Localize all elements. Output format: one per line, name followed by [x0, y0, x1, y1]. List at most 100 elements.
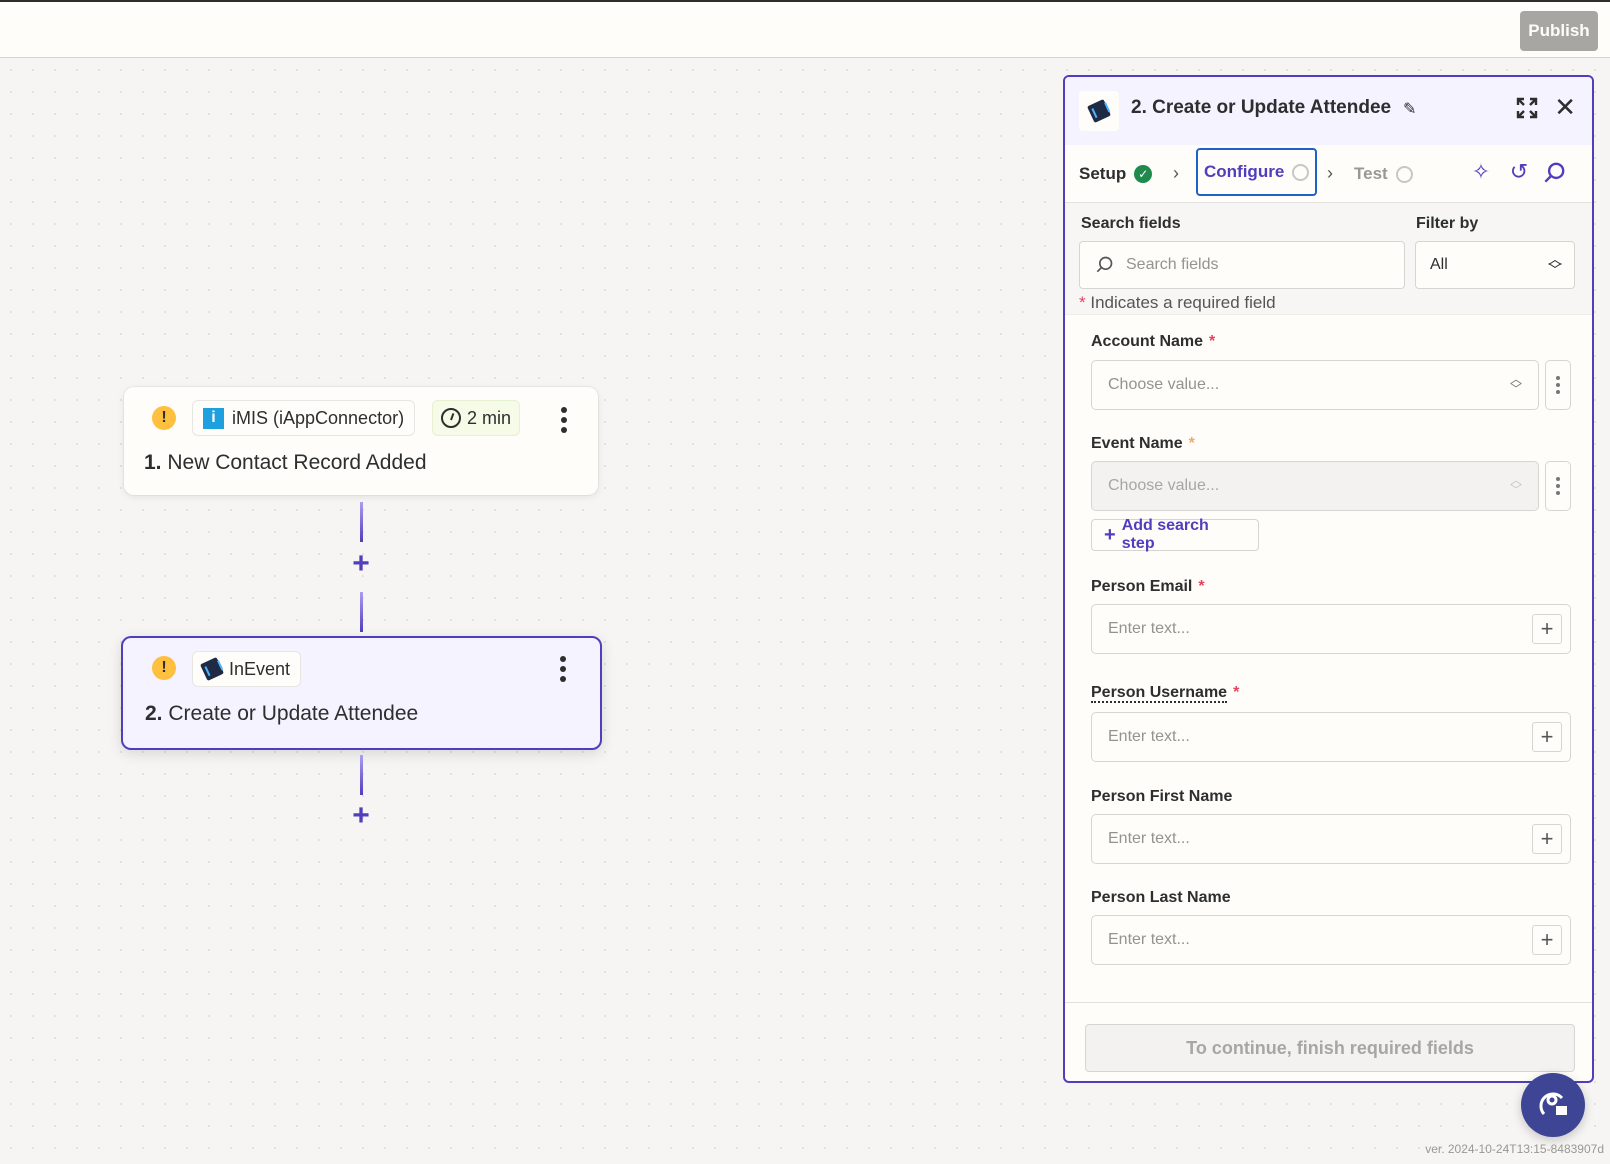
required-note-text: Indicates a required field: [1090, 293, 1276, 312]
input-placeholder: Enter text...: [1108, 931, 1190, 948]
insert-data-button[interactable]: +: [1532, 824, 1562, 854]
app-name: InEvent: [229, 658, 291, 679]
filter-select[interactable]: All ︿ ﹀: [1415, 241, 1575, 289]
more-options-icon[interactable]: [554, 405, 574, 435]
required-asterisk: *: [1188, 435, 1195, 452]
label-text: Person Username: [1091, 684, 1228, 703]
input-placeholder: Enter text...: [1108, 728, 1190, 745]
label-text: Person Email: [1091, 578, 1193, 595]
field-label-account-name: Account Name *: [1091, 333, 1215, 351]
empty-circle-icon: [1292, 163, 1310, 181]
required-field-note: * Indicates a required field: [1079, 293, 1276, 313]
required-asterisk: *: [1233, 684, 1240, 701]
pencil-icon[interactable]: ✎: [1403, 99, 1416, 119]
plus-icon: +: [1104, 523, 1116, 546]
step-number: 1.: [144, 451, 162, 474]
search-fields-input[interactable]: Search fields: [1079, 241, 1405, 289]
button-label: Add search step: [1121, 517, 1209, 552]
step-config-panel: 2. Create or Update Attendee ✎ ✕ Setup ✓…: [1063, 75, 1594, 1083]
chevron-right-icon: ›: [1327, 163, 1333, 183]
person-last-name-input[interactable]: Enter text... +: [1091, 915, 1571, 965]
person-first-name-input[interactable]: Enter text... +: [1091, 814, 1571, 864]
polling-time-chip: 2 min: [432, 400, 521, 436]
label-text: Person First Name: [1091, 788, 1233, 805]
chevron-right-icon: ›: [1173, 163, 1179, 183]
add-search-step-button[interactable]: + Add search step: [1091, 517, 1259, 552]
tab-setup[interactable]: Setup ✓: [1073, 153, 1158, 195]
add-step-icon[interactable]: +: [349, 801, 373, 831]
app-logo: [1079, 91, 1119, 131]
required-asterisk: *: [1209, 333, 1216, 350]
filter-by-label: Filter by: [1416, 215, 1479, 232]
action-step-card[interactable]: ! InEvent 2. Create or Update Attendee: [121, 636, 602, 750]
select-placeholder: Choose value...: [1108, 376, 1220, 393]
label-text: Person Last Name: [1091, 889, 1231, 906]
label-text: Account Name: [1091, 333, 1204, 350]
input-placeholder: Enter text...: [1108, 830, 1190, 847]
insert-data-button[interactable]: +: [1532, 614, 1562, 644]
field-options-button[interactable]: [1545, 461, 1571, 511]
connector-line: [360, 502, 363, 542]
step-title: 1. New Contact Record Added: [144, 451, 427, 475]
search-fields-label: Search fields: [1081, 215, 1181, 232]
search-placeholder: Search fields: [1126, 256, 1219, 273]
chevron-up-down-icon: ︿ ﹀: [1509, 372, 1522, 396]
more-options-icon[interactable]: [553, 654, 573, 684]
polling-time: 2 min: [467, 407, 512, 428]
tab-label: Setup: [1079, 164, 1127, 183]
app-chip: i iMIS (iAppConnector): [192, 400, 416, 436]
search-icon[interactable]: [1541, 160, 1567, 186]
inevent-logo-icon: [1087, 99, 1111, 123]
label-text: Event Name: [1091, 435, 1183, 452]
required-asterisk: *: [1198, 578, 1205, 595]
field-label-person-first-name: Person First Name: [1091, 788, 1232, 806]
tab-label: Configure: [1204, 162, 1285, 181]
tab-test[interactable]: Test: [1348, 153, 1419, 195]
event-name-select[interactable]: Choose value... ︿ ﹀: [1091, 461, 1539, 511]
panel-header: 2. Create or Update Attendee ✎ ✕: [1065, 77, 1592, 145]
warning-icon: !: [152, 656, 176, 680]
top-bar: Publish: [0, 0, 1610, 58]
search-icon: [1096, 256, 1113, 273]
app-name: iMIS (iAppConnector): [232, 407, 405, 428]
select-placeholder: Choose value...: [1108, 477, 1220, 494]
input-placeholder: Enter text...: [1108, 620, 1190, 637]
publish-button[interactable]: Publish: [1520, 11, 1598, 51]
person-username-input[interactable]: Enter text... +: [1091, 712, 1571, 762]
person-email-input[interactable]: Enter text... +: [1091, 604, 1571, 654]
step-name: New Contact Record Added: [167, 451, 427, 474]
filter-value: All: [1430, 256, 1448, 273]
timer-icon: [1395, 165, 1413, 183]
account-name-select[interactable]: Choose value... ︿ ﹀: [1091, 360, 1539, 410]
tab-configure[interactable]: Configure: [1196, 148, 1318, 196]
connector-line: [360, 592, 363, 632]
field-label-person-last-name: Person Last Name: [1091, 889, 1231, 907]
add-step-icon[interactable]: +: [349, 549, 373, 579]
continue-button[interactable]: To continue, finish required fields: [1085, 1024, 1575, 1072]
step-number: 2.: [145, 702, 163, 725]
imis-logo-icon: i: [203, 407, 224, 429]
chevron-up-down-icon: ︿ ﹀: [1548, 250, 1562, 278]
field-label-person-email: Person Email *: [1091, 578, 1205, 596]
close-icon[interactable]: ✕: [1554, 94, 1576, 120]
expand-icon[interactable]: [1516, 97, 1538, 119]
check-circle-icon: ✓: [1134, 165, 1153, 183]
tab-label: Test: [1354, 164, 1388, 183]
required-asterisk: *: [1079, 293, 1086, 312]
support-chat-icon: [1539, 1092, 1567, 1115]
undo-icon[interactable]: ↺: [1506, 159, 1532, 185]
insert-data-button[interactable]: +: [1532, 925, 1562, 955]
step-tabs: Setup ✓ › Configure › Test ✧ ↺: [1065, 145, 1592, 203]
insert-data-button[interactable]: +: [1532, 722, 1562, 752]
ai-sparkle-icon[interactable]: ✧: [1468, 159, 1494, 185]
field-options-button[interactable]: [1545, 360, 1571, 410]
chevron-up-down-icon: ︿ ﹀: [1509, 473, 1522, 497]
connector-line: [360, 755, 363, 795]
help-chat-button[interactable]: [1521, 1073, 1585, 1137]
divider: [1065, 1002, 1592, 1003]
trigger-step-card[interactable]: ! i iMIS (iAppConnector) 2 min 1. New Co…: [124, 387, 598, 495]
warning-icon: !: [152, 406, 176, 430]
clock-icon: [441, 408, 461, 428]
step-name: Create or Update Attendee: [168, 702, 419, 725]
field-search-area: Search fields Filter by Search fields Al…: [1065, 203, 1592, 315]
